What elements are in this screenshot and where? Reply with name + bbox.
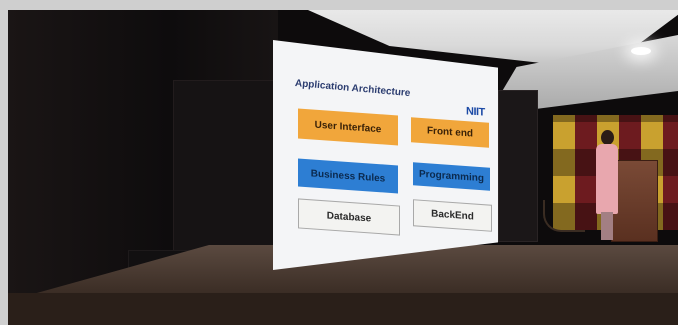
ceiling-light [631, 47, 651, 55]
box-programming: Programming [413, 162, 490, 191]
slide-title: Application Architecture [294, 78, 411, 100]
stage-cable [543, 200, 585, 232]
presenter-head [601, 130, 614, 145]
stage-edge [8, 293, 678, 325]
box-user-interface: User Interface [298, 108, 398, 146]
box-business-rules: Business Rules [298, 158, 398, 194]
box-database: Database [298, 198, 400, 236]
box-backend: BackEnd [413, 199, 492, 232]
niit-logo: NIIT [466, 105, 485, 119]
presenter-body [596, 144, 618, 214]
box-front-end: Front end [411, 117, 489, 148]
presenter-legs [601, 212, 613, 240]
projection-screen: Application Architecture NIIT User Inter… [273, 40, 498, 270]
right-speaker-cabinet [498, 90, 538, 242]
photo-frame: Application Architecture NIIT User Inter… [8, 10, 678, 325]
presenter [593, 130, 621, 240]
